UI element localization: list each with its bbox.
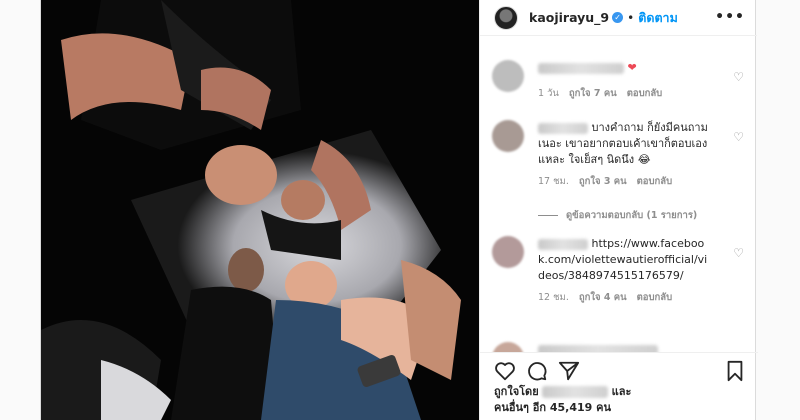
- post-modal: kaojirayu_9 ✓ • ติดตาม ••• ❤ 1 วัน ถูกใจ…: [40, 0, 758, 420]
- bookmark-icon[interactable]: [724, 360, 746, 382]
- commenter-username-blurred[interactable]: [538, 122, 588, 134]
- post-actions-bar: [480, 352, 758, 386]
- commenter-username-blurred[interactable]: [538, 62, 624, 74]
- comment-time[interactable]: 17 ชม.: [538, 174, 569, 189]
- liked-by-username-blurred[interactable]: [542, 386, 609, 398]
- comment-like-heart-icon[interactable]: ♡: [733, 246, 744, 260]
- share-icon[interactable]: [558, 360, 580, 382]
- comment-text: https://www.facebook.com/violettewautier…: [538, 236, 710, 284]
- commenter-avatar[interactable]: [492, 236, 524, 268]
- liked-by-suffix: และ: [611, 385, 632, 398]
- comment-like-heart-icon[interactable]: ♡: [733, 130, 744, 144]
- commenter-avatar[interactable]: [492, 342, 524, 352]
- comment-likes[interactable]: ถูกใจ 3 คน: [579, 174, 627, 189]
- view-replies-button[interactable]: ดูข้อความตอบกลับ (1 รายการ): [538, 208, 697, 223]
- author-avatar[interactable]: [494, 5, 518, 30]
- comment-time[interactable]: 12 ชม.: [538, 290, 569, 305]
- post-header: kaojirayu_9 ✓ • ติดตาม •••: [480, 0, 757, 36]
- comment-likes[interactable]: ถูกใจ 4 คน: [579, 290, 627, 305]
- commenter-avatar[interactable]: [492, 120, 524, 152]
- comment-time[interactable]: 1 วัน: [538, 86, 559, 101]
- header-separator: •: [627, 10, 635, 25]
- comment-item-partial: [492, 342, 746, 352]
- follow-button[interactable]: ติดตาม: [638, 8, 678, 28]
- reply-button[interactable]: ตอบกลับ: [637, 174, 673, 189]
- likes-summary: ถูกใจโดย และ คนอื่นๆ อีก 45,419 คน: [494, 384, 631, 416]
- comment-meta: 17 ชม. ถูกใจ 3 คน ตอบกลับ: [538, 174, 746, 189]
- commenter-username-blurred[interactable]: [538, 238, 588, 250]
- reply-button[interactable]: ตอบกลับ: [627, 86, 663, 101]
- comment-text: บางคำถาม ก็ยังมีคนถามเนอะ เขาอยากตอบเค้า…: [538, 120, 710, 168]
- comment-meta: 1 วัน ถูกใจ 7 คน ตอบกลับ: [538, 86, 746, 101]
- comment-like-heart-icon[interactable]: ♡: [733, 70, 744, 84]
- heart-icon[interactable]: [494, 360, 516, 382]
- comment-text: [538, 342, 710, 352]
- post-side-panel: kaojirayu_9 ✓ • ติดตาม ••• ❤ 1 วัน ถูกใจ…: [479, 0, 758, 420]
- comment-item: https://www.facebook.com/violettewautier…: [492, 236, 746, 305]
- post-photo[interactable]: [41, 0, 479, 420]
- view-replies-label[interactable]: ดูข้อความตอบกลับ (1 รายการ): [566, 208, 697, 223]
- commenter-username-blurred[interactable]: [538, 344, 658, 352]
- commenter-avatar[interactable]: [492, 60, 524, 92]
- author-username[interactable]: kaojirayu_9: [529, 10, 609, 25]
- heart-emoji: ❤: [627, 61, 637, 74]
- likes-count[interactable]: คนอื่นๆ อีก 45,419 คน: [494, 401, 611, 414]
- comment-icon[interactable]: [526, 360, 548, 382]
- comment-meta: 12 ชม. ถูกใจ 4 คน ตอบกลับ: [538, 290, 746, 305]
- group-photo-image: [41, 0, 479, 420]
- replies-divider-line: [538, 215, 558, 216]
- reply-button[interactable]: ตอบกลับ: [637, 290, 673, 305]
- comment-text: ❤: [538, 60, 710, 76]
- verified-icon: ✓: [612, 12, 624, 23]
- comment-likes[interactable]: ถูกใจ 7 คน: [569, 86, 617, 101]
- more-icon[interactable]: •••: [715, 9, 745, 25]
- comments-list[interactable]: ❤ 1 วัน ถูกใจ 7 คน ตอบกลับ ♡ บางคำถาม ก็…: [480, 36, 758, 352]
- comment-item: บางคำถาม ก็ยังมีคนถามเนอะ เขาอยากตอบเค้า…: [492, 120, 746, 189]
- comment-item: ❤ 1 วัน ถูกใจ 7 คน ตอบกลับ ♡: [492, 60, 746, 101]
- laughing-emoji: 😂: [637, 153, 651, 166]
- liked-by-prefix: ถูกใจโดย: [494, 385, 539, 398]
